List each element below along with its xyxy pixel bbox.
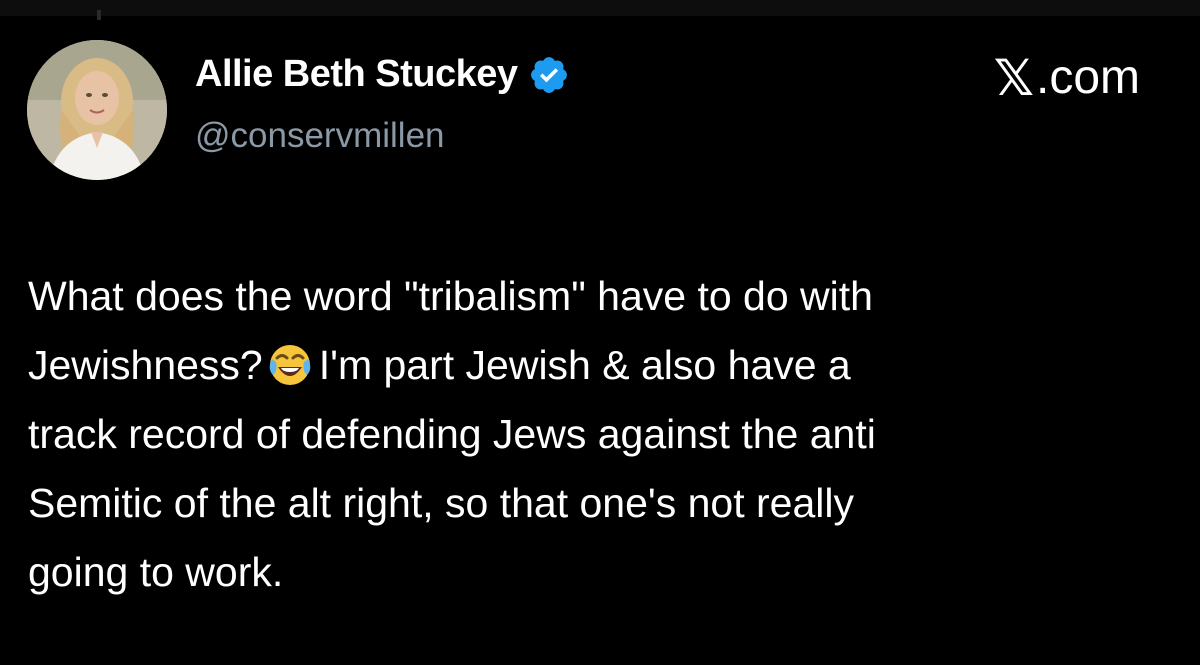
- top-divider-tick: [97, 10, 101, 20]
- tweet-line: track record of defending Jews against t…: [28, 411, 876, 457]
- author-display-name[interactable]: Allie Beth Stuckey: [195, 53, 518, 96]
- x-logo-icon: 𝕏: [993, 49, 1034, 106]
- tweet-line: Semitic of the alt right, so that one's …: [28, 480, 854, 526]
- tweet-line: Jewishness? I'm part Jewish & also have …: [28, 331, 1178, 400]
- site-label: 𝕏 .com: [994, 50, 1140, 105]
- site-label-text: .com: [1035, 51, 1140, 104]
- verified-badge-icon: [528, 54, 570, 96]
- author-name-row: Allie Beth Stuckey: [195, 53, 570, 96]
- tweet-line-segment: Jewishness?: [28, 342, 263, 388]
- tweet-line: What does the word "tribalism" have to d…: [28, 273, 873, 319]
- author-handle[interactable]: @conservmillen: [195, 116, 445, 156]
- tweet-text: What does the word "tribalism" have to d…: [28, 262, 1178, 607]
- face-with-tears-of-joy-icon: [267, 339, 313, 385]
- tweet-line: going to work.: [28, 549, 284, 595]
- tweet-line-segment: I'm part Jewish & also have a: [318, 342, 851, 388]
- avatar[interactable]: [27, 40, 167, 180]
- profile-photo: [27, 40, 167, 180]
- top-strip: [0, 0, 1200, 16]
